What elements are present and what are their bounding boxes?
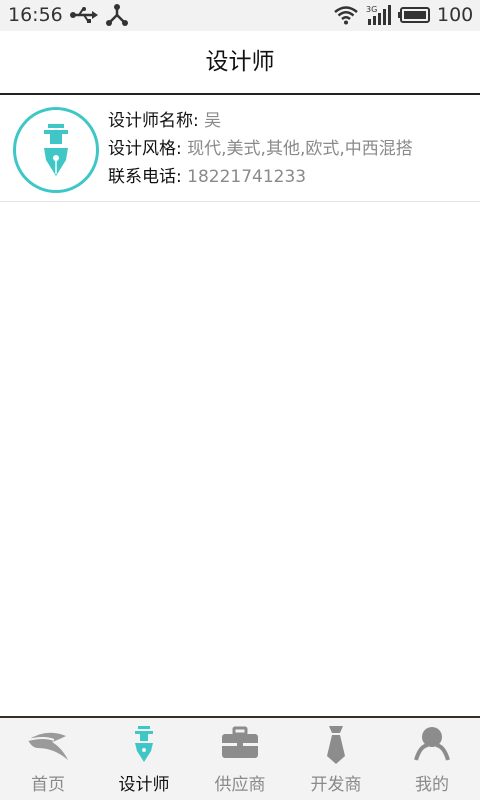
style-label: 设计风格: [108, 139, 182, 159]
page-title: 设计师 [205, 49, 275, 75]
phone-label: 联系电话: [108, 167, 182, 187]
briefcase-icon [222, 726, 258, 758]
tab-mine[interactable]: 我的 [384, 718, 480, 800]
svg-text:3G: 3G [366, 5, 377, 14]
wifi-icon [334, 5, 358, 29]
battery-level: 100 [437, 4, 474, 26]
title-bar: 设计师 [0, 31, 480, 95]
tab-supplier[interactable]: 供应商 [192, 718, 288, 800]
tab-designer-label: 设计师 [118, 775, 170, 795]
share-icon [106, 4, 128, 30]
tab-designer[interactable]: 设计师 [96, 718, 192, 800]
home-icon [27, 732, 68, 760]
bottom-tab-bar: 首页 设计师 供应商 开发商 我的 [0, 716, 480, 800]
battery-icon [398, 7, 430, 27]
tie-icon [327, 726, 345, 764]
user-icon [414, 727, 450, 761]
tab-supplier-label: 供应商 [214, 775, 266, 795]
designer-card[interactable]: 设计师名称: 吴 设计风格: 现代,美式,其他,欧式,中西混搭 联系电话: 18… [0, 95, 480, 202]
signal-3g-icon: 3G [366, 4, 392, 30]
designer-avatar [13, 107, 99, 193]
status-bar: 16:56 3G 100 [0, 0, 480, 31]
pen-nib-icon [44, 124, 68, 176]
tab-mine-label: 我的 [415, 775, 449, 795]
tab-home-label: 首页 [31, 775, 65, 795]
pen-nib-icon [135, 726, 153, 762]
status-time: 16:56 [8, 4, 63, 26]
phone-value[interactable]: 18221741233 [187, 167, 306, 187]
tab-developer[interactable]: 开发商 [288, 718, 384, 800]
usb-icon [70, 6, 98, 28]
designer-style-row: 设计风格: 现代,美式,其他,欧式,中西混搭 [108, 135, 413, 163]
tab-home[interactable]: 首页 [0, 718, 96, 800]
tab-developer-label: 开发商 [310, 775, 362, 795]
designer-phone-row: 联系电话: 18221741233 [108, 163, 413, 191]
style-value: 现代,美式,其他,欧式,中西混搭 [187, 139, 413, 159]
designer-name-row: 设计师名称: 吴 [108, 107, 413, 135]
name-label: 设计师名称: [108, 111, 199, 131]
name-value: 吴 [204, 111, 222, 131]
